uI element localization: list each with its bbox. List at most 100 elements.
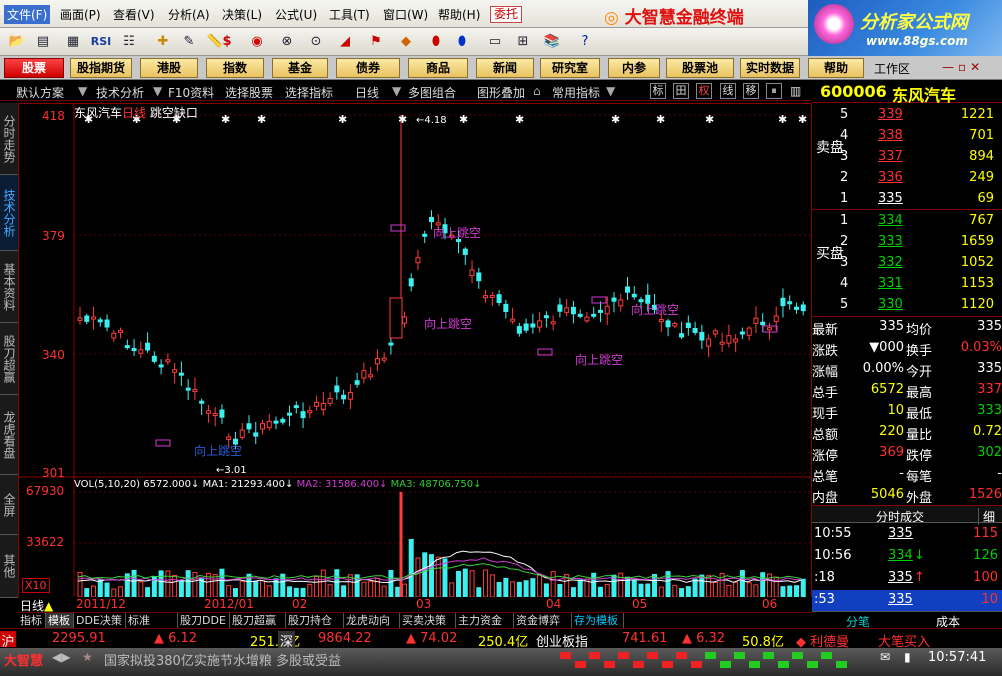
- scroll-arrows-icon[interactable]: ◀▶: [52, 650, 70, 664]
- list-icon[interactable]: ☷: [118, 31, 140, 52]
- f10-button[interactable]: F10资料: [168, 84, 214, 101]
- mark-button[interactable]: 标: [650, 83, 666, 99]
- red-badge-icon[interactable]: ⬮: [425, 31, 447, 52]
- tab-gudao[interactable]: 股刀超赢: [0, 323, 18, 395]
- indicator-tab[interactable]: 标准: [126, 613, 178, 629]
- blue-badge-icon[interactable]: ⬮: [451, 31, 473, 52]
- workspace-label[interactable]: 工作区: [874, 60, 910, 77]
- tab-intraday[interactable]: 分时走势: [0, 103, 18, 175]
- mail-icon[interactable]: ✉: [880, 650, 890, 664]
- order-book-row[interactable]: 5 339 1221: [812, 105, 1002, 126]
- rights-button[interactable]: 权: [696, 83, 712, 99]
- menu-screen[interactable]: 画面(P): [60, 6, 101, 23]
- nav-item[interactable]: 债券: [336, 58, 400, 78]
- tab-fullscreen[interactable]: 全屏: [0, 475, 18, 535]
- dropdown-icon[interactable]: ▼: [78, 84, 87, 98]
- books-icon[interactable]: 📚: [541, 31, 563, 52]
- order-book-row[interactable]: 5 330 1120: [812, 295, 1002, 316]
- nav-item[interactable]: 股票池: [666, 58, 734, 78]
- order-book-row[interactable]: 4 338 701: [812, 126, 1002, 147]
- nav-item[interactable]: 指数: [206, 58, 264, 78]
- indicator-tab[interactable]: 龙虎动向: [344, 613, 400, 629]
- pencil-icon[interactable]: ✎: [178, 31, 200, 52]
- window-controls[interactable]: —▫✕: [942, 60, 984, 74]
- nav-item[interactable]: 实时数据: [740, 58, 800, 78]
- rsi-icon[interactable]: RSI: [88, 31, 114, 52]
- binocular2-icon[interactable]: ⊙: [305, 31, 327, 52]
- toolbar-more-icon[interactable]: ▥: [790, 84, 801, 98]
- menu-view[interactable]: 查看(V): [113, 6, 155, 23]
- indicator-tab[interactable]: DDE决策: [74, 613, 126, 629]
- kline-chart[interactable]: ✱ ✱ ✱ ✱ ✱ ✱ ✱ ✱ ✱ ✱ ✱ ✱ ✱ ✱ 东风汽车日线 跳空缺口 418 379 340 3…: [18, 103, 812, 600]
- indicator-tab[interactable]: 模板: [46, 613, 74, 629]
- tab-fundamentals[interactable]: 基本资料: [0, 251, 18, 323]
- overlay-button[interactable]: 图形叠加: [477, 84, 525, 101]
- sh-label[interactable]: 沪: [0, 631, 16, 650]
- order-book-row[interactable]: 3 337 894: [812, 147, 1002, 168]
- diamond-icon[interactable]: ◆: [395, 31, 417, 52]
- chart-icon[interactable]: ▤: [32, 31, 54, 52]
- menu-help[interactable]: 帮助(H): [438, 6, 480, 23]
- select-stock-button[interactable]: 选择股票: [225, 84, 273, 101]
- trade-row[interactable]: 10:55 335 115: [812, 524, 1002, 545]
- indicator-tab[interactable]: 资金博弈: [514, 613, 572, 629]
- nav-item[interactable]: 内参: [608, 58, 660, 78]
- nav-item[interactable]: 研究室: [540, 58, 600, 78]
- help-icon[interactable]: ?: [574, 31, 596, 52]
- menu-tools[interactable]: 工具(T): [329, 6, 370, 23]
- common-indicator-button[interactable]: 常用指标: [552, 84, 600, 101]
- order-book-row[interactable]: 1 334 767: [812, 211, 1002, 232]
- binocular-icon[interactable]: ⊗: [276, 31, 298, 52]
- nav-item[interactable]: 新闻: [476, 58, 534, 78]
- notebook-icon[interactable]: ▭: [484, 31, 506, 52]
- tab-technical[interactable]: 技术分析: [0, 175, 18, 251]
- nav-item[interactable]: 股票: [4, 58, 64, 78]
- nav-item[interactable]: 股指期货: [70, 58, 132, 78]
- menu-decision[interactable]: 决策(L): [222, 6, 262, 23]
- menu-formula[interactable]: 公式(U): [275, 6, 317, 23]
- chart-canvas[interactable]: ✱ ✱ ✱ ✱ ✱ ✱ ✱ ✱ ✱ ✱ ✱ ✱ ✱ ✱: [18, 103, 812, 600]
- move-button[interactable]: 移: [743, 83, 759, 99]
- megaphone-icon[interactable]: ◢: [334, 31, 356, 52]
- menu-window[interactable]: 窗口(W): [383, 6, 428, 23]
- indicator-tab[interactable]: 股刀DDE: [178, 613, 230, 629]
- trade-row[interactable]: :53 335 10: [812, 590, 1002, 611]
- nav-item[interactable]: 港股: [140, 58, 198, 78]
- order-book-row[interactable]: 2 336 249: [812, 168, 1002, 189]
- line-button[interactable]: 线: [720, 83, 736, 99]
- scheme-select[interactable]: 默认方案: [16, 84, 64, 101]
- crosshair-icon[interactable]: ✚: [152, 31, 174, 52]
- dropdown-icon[interactable]: ▼: [153, 84, 162, 98]
- indicator-tab[interactable]: 存为模板: [572, 613, 624, 629]
- nav-item[interactable]: 基金: [272, 58, 328, 78]
- trade-row[interactable]: :18 335 ↑ 100: [812, 568, 1002, 589]
- goggles-icon[interactable]: ◉: [246, 31, 268, 52]
- weituo-button[interactable]: 委托: [490, 6, 522, 23]
- order-book-row[interactable]: 3 332 1052: [812, 253, 1002, 274]
- nav-item[interactable]: 帮助: [808, 58, 864, 78]
- news-ticker[interactable]: 国家拟投380亿实施节水增粮 多股或受益: [104, 650, 341, 669]
- dropdown-icon[interactable]: ▼: [392, 84, 401, 98]
- indicator-tab[interactable]: 股刀持仓: [286, 613, 344, 629]
- tab-longhu[interactable]: 龙虎看盘: [0, 395, 18, 475]
- tech-analysis-button[interactable]: 技术分析: [96, 84, 144, 101]
- trade-row[interactable]: 10:56 334 ↓ 126: [812, 546, 1002, 567]
- open-icon[interactable]: 📂: [6, 31, 28, 52]
- pause-button[interactable]: ⏸: [766, 83, 782, 99]
- order-book-row[interactable]: 1 335 69: [812, 189, 1002, 210]
- order-book-row[interactable]: 4 331 1153: [812, 274, 1002, 295]
- trades-detail-tab[interactable]: 细: [978, 508, 995, 525]
- menu-analysis[interactable]: 分析(A): [168, 6, 210, 23]
- flag-icon[interactable]: ⚑: [365, 31, 387, 52]
- dollar-icon[interactable]: $: [216, 31, 238, 52]
- indicator-tab[interactable]: 买卖决策: [400, 613, 456, 629]
- grid-button[interactable]: 田: [673, 83, 689, 99]
- tab-other[interactable]: 其他: [0, 535, 18, 598]
- multi-chart-button[interactable]: 多图组合: [408, 84, 456, 101]
- menu-file[interactable]: 文件(F): [4, 5, 51, 24]
- order-book-row[interactable]: 2 333 1659: [812, 232, 1002, 253]
- indicator-tab[interactable]: 指标: [18, 613, 46, 629]
- period-select[interactable]: 日线: [355, 84, 379, 101]
- select-indicator-button[interactable]: 选择指标: [285, 84, 333, 101]
- indicator-tab[interactable]: 主力资金: [456, 613, 514, 629]
